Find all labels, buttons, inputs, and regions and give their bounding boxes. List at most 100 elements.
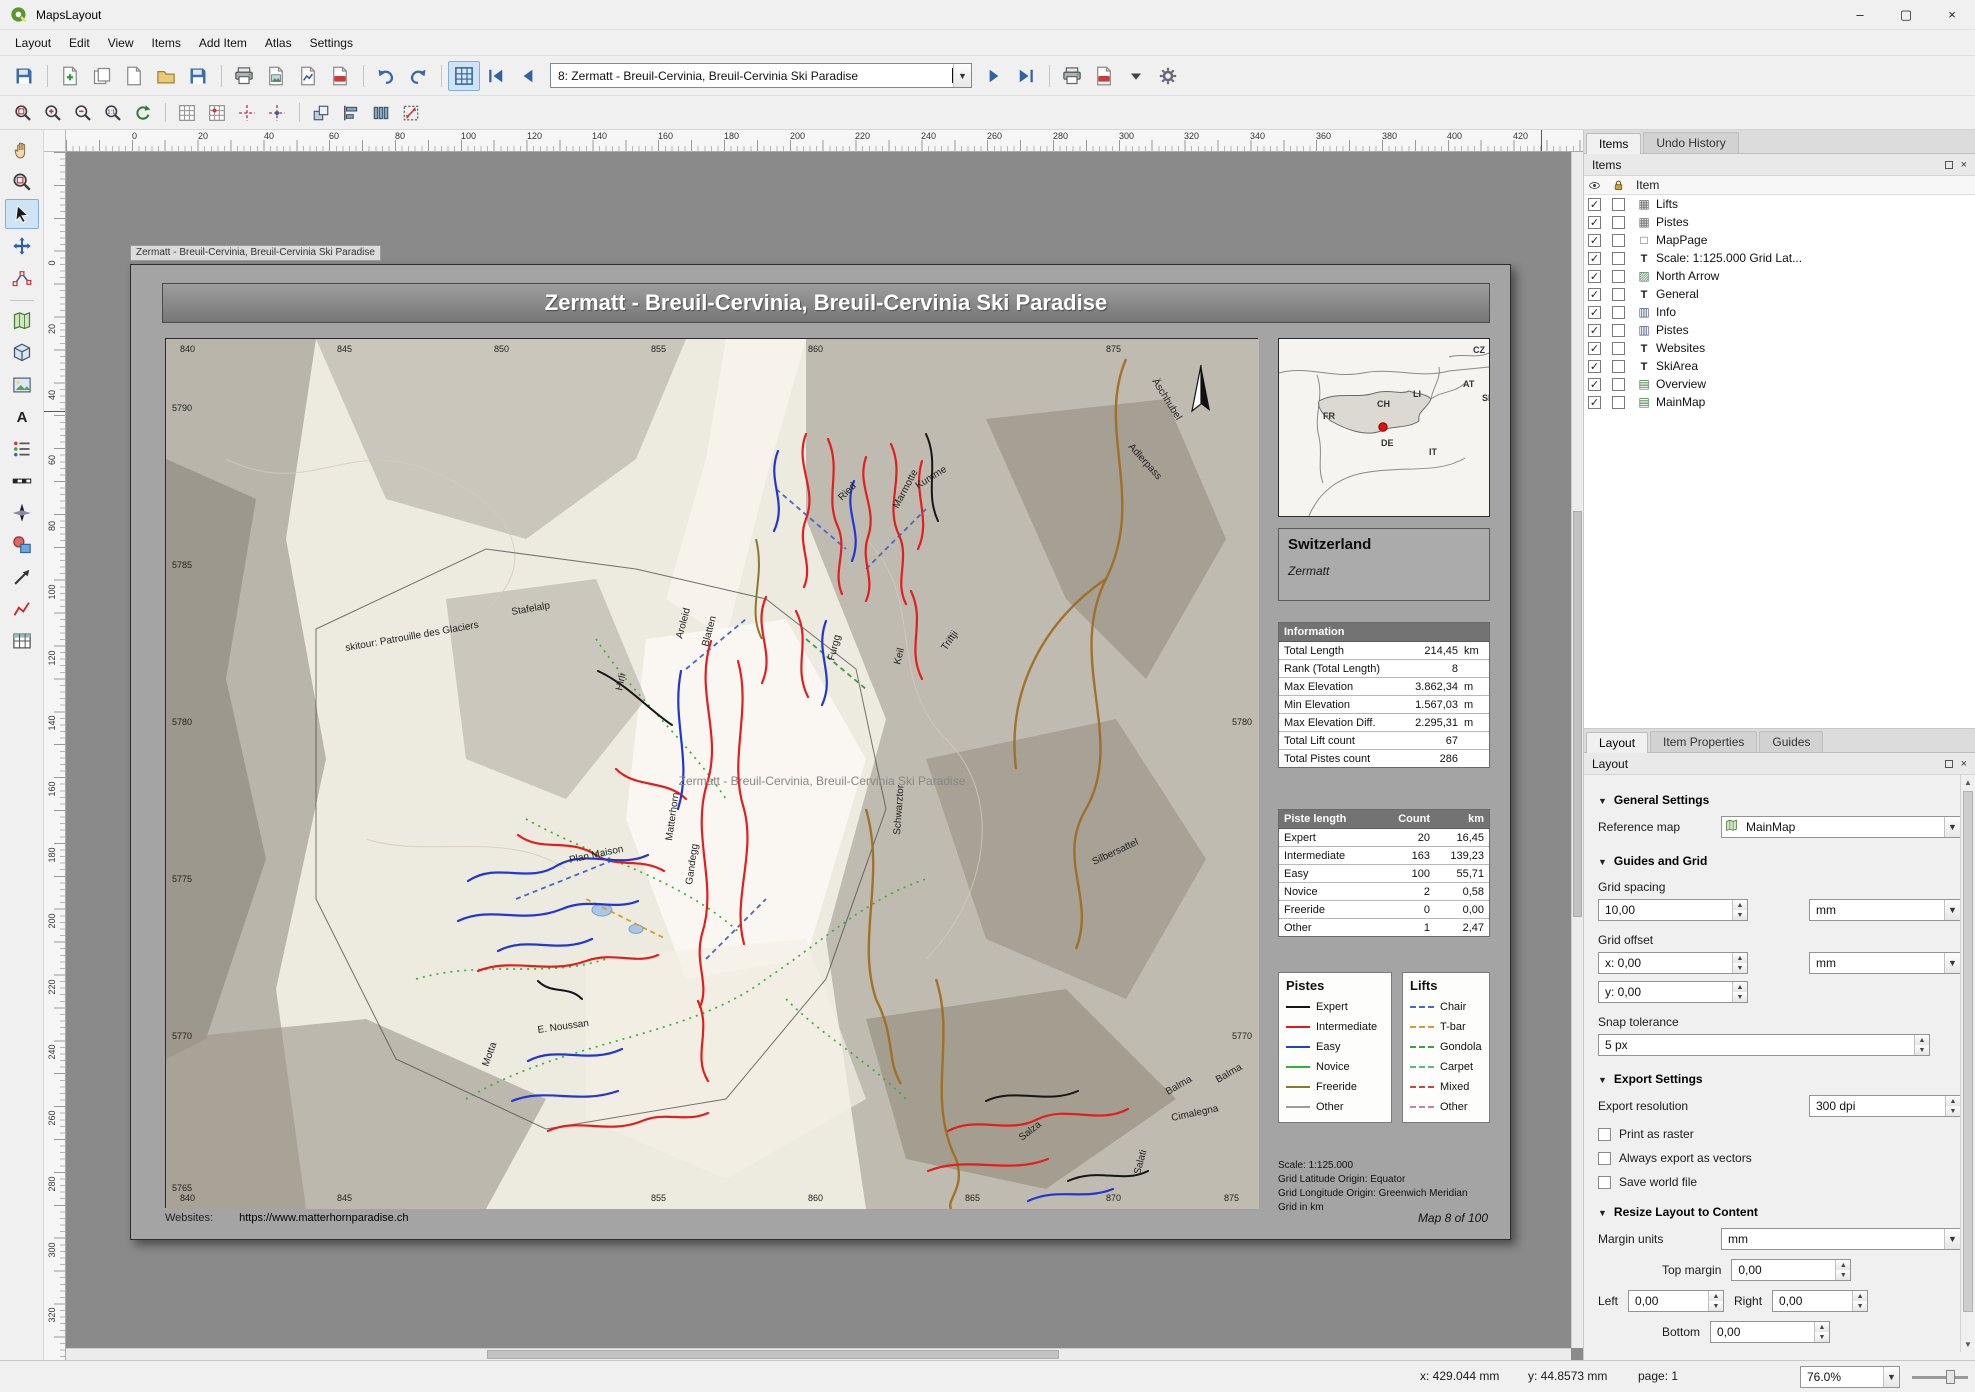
layer-item-row[interactable]: Pistes <box>1584 213 1975 231</box>
menu-item[interactable]: Atlas <box>256 32 301 54</box>
canvas-vertical-scrollbar[interactable] <box>1571 152 1583 1348</box>
lock-checkbox[interactable] <box>1612 288 1625 301</box>
export-resolution-spinbox[interactable]: 300 dpi ▲▼ <box>1809 1095 1961 1117</box>
chevron-down-icon[interactable]: ▼ <box>1944 817 1960 837</box>
grid-offset-unit-combo[interactable]: mm ▼ <box>1809 952 1961 974</box>
pistes-legend-item[interactable]: Pistes Expert Intermediate Ea <box>1278 972 1392 1123</box>
lock-checkbox[interactable] <box>1612 396 1625 409</box>
menu-item[interactable]: Edit <box>60 32 99 54</box>
save-as-template-button[interactable] <box>182 61 214 91</box>
lock-checkbox[interactable] <box>1612 198 1625 211</box>
slider-handle[interactable] <box>1946 1370 1955 1384</box>
preview-atlas-button[interactable] <box>448 61 480 91</box>
layer-item-row[interactable]: Info <box>1584 303 1975 321</box>
chevron-down-icon[interactable]: ▼ <box>1944 953 1960 973</box>
atlas-feature-combo[interactable]: 8: Zermatt - Breuil-Cervinia, Breuil-Cer… <box>550 63 972 88</box>
left-margin-spinbox[interactable]: 0,00 ▲▼ <box>1628 1290 1724 1312</box>
lock-checkbox[interactable] <box>1612 324 1625 337</box>
panel-tab[interactable]: Items <box>1586 133 1641 154</box>
minimize-button[interactable]: – <box>1837 0 1883 30</box>
layer-item-row[interactable]: North Arrow <box>1584 267 1975 285</box>
map-counter-item[interactable]: Map 8 of 100 <box>1418 1211 1488 1225</box>
snap-to-grid-button[interactable] <box>202 99 232 126</box>
add-attribute-table-tool[interactable] <box>5 626 39 656</box>
save-project-button[interactable] <box>8 61 40 91</box>
export-atlas-menu-button[interactable] <box>1120 61 1152 91</box>
visibility-checkbox[interactable] <box>1588 234 1601 247</box>
zoom-slider[interactable] <box>1912 1369 1968 1385</box>
spin-arrows[interactable]: ▲▼ <box>1835 1260 1850 1280</box>
reference-map-combo[interactable]: MainMap ▼ <box>1721 816 1961 838</box>
visibility-checkbox[interactable] <box>1588 396 1601 409</box>
spin-arrows[interactable]: ▲▼ <box>1814 1322 1829 1342</box>
bottom-margin-spinbox[interactable]: 0,00 ▲▼ <box>1710 1321 1830 1343</box>
last-feature-button[interactable] <box>1010 61 1042 91</box>
add-scalebar-tool[interactable] <box>5 466 39 496</box>
visibility-checkbox[interactable] <box>1588 360 1601 373</box>
zoom-full-button[interactable] <box>8 99 38 126</box>
distribute-items-button[interactable] <box>366 99 396 126</box>
export-as-image-button[interactable] <box>260 61 292 91</box>
lock-checkbox[interactable] <box>1612 306 1625 319</box>
next-feature-button[interactable] <box>978 61 1010 91</box>
show-grid-button[interactable] <box>172 99 202 126</box>
spin-arrows[interactable]: ▲▼ <box>1852 1291 1867 1311</box>
add-map-tool[interactable] <box>5 306 39 336</box>
redo-button[interactable] <box>402 61 434 91</box>
panel-tab[interactable]: Item Properties <box>1650 731 1757 752</box>
align-items-button[interactable] <box>336 99 366 126</box>
select-move-item-tool[interactable] <box>5 199 39 229</box>
lifts-legend-item[interactable]: Lifts Chair T-bar Gondola <box>1402 972 1490 1123</box>
visibility-checkbox[interactable] <box>1588 216 1601 229</box>
grid-offset-y-spinbox[interactable]: y: 0,00 ▲▼ <box>1598 981 1748 1003</box>
atlas-settings-button[interactable] <box>1152 61 1184 91</box>
layer-item-row[interactable]: Lifts <box>1584 195 1975 213</box>
scroll-down-arrow[interactable]: ▼ <box>1961 1337 1975 1352</box>
zoom-actual-button[interactable] <box>98 99 128 126</box>
spin-arrows[interactable]: ▲▼ <box>1708 1291 1723 1311</box>
visibility-checkbox[interactable] <box>1588 270 1601 283</box>
zoom-level-combo[interactable]: 76.0% ▼ <box>1800 1366 1900 1388</box>
main-map-item[interactable]: 8408458508558608758408458558608658708755… <box>165 338 1258 1208</box>
visibility-checkbox[interactable] <box>1588 288 1601 301</box>
menu-item[interactable]: Items <box>143 32 190 54</box>
canvas-horizontal-scrollbar[interactable] <box>66 1348 1571 1360</box>
spin-arrows[interactable]: ▲▼ <box>1732 900 1747 920</box>
add-arrow-tool[interactable] <box>5 562 39 592</box>
scrollbar-thumb[interactable] <box>1963 791 1973 1312</box>
spin-arrows[interactable]: ▲▼ <box>1945 1096 1960 1116</box>
layer-item-row[interactable]: Pistes <box>1584 321 1975 339</box>
zoom-tool[interactable] <box>5 167 39 197</box>
add-north-arrow-tool[interactable] <box>5 498 39 528</box>
layer-item-row[interactable]: MapPage <box>1584 231 1975 249</box>
vertical-ruler[interactable]: 0204060801001201401601802002202402602803… <box>44 152 66 1360</box>
section-general-settings[interactable]: ▼General Settings <box>1598 793 1961 807</box>
float-panel-icon[interactable] <box>1945 760 1953 768</box>
panel-tab[interactable]: Layout <box>1586 732 1648 753</box>
chevron-down-icon[interactable]: ▼ <box>953 64 971 87</box>
raise-items-button[interactable] <box>306 99 336 126</box>
close-button[interactable]: × <box>1929 0 1975 30</box>
layer-item-row[interactable]: MainMap <box>1584 393 1975 411</box>
menu-item[interactable]: Add Item <box>190 32 256 54</box>
menu-item[interactable]: Settings <box>301 32 362 54</box>
maximize-button[interactable]: ▢ <box>1883 0 1929 30</box>
close-panel-icon[interactable]: × <box>1961 760 1967 768</box>
duplicate-layout-button[interactable] <box>86 61 118 91</box>
chevron-down-icon[interactable]: ▼ <box>1944 1229 1960 1249</box>
piste-length-table-item[interactable]: Piste length Count km Expert 20 16,45 In… <box>1278 809 1490 937</box>
visibility-checkbox[interactable] <box>1588 306 1601 319</box>
visibility-checkbox[interactable] <box>1588 342 1601 355</box>
spin-arrows[interactable]: ▲▼ <box>1914 1035 1929 1055</box>
checkbox[interactable] <box>1598 1176 1611 1189</box>
first-feature-button[interactable] <box>480 61 512 91</box>
layer-item-row[interactable]: Websites <box>1584 339 1975 357</box>
visibility-checkbox[interactable] <box>1588 378 1601 391</box>
panel-scrollbar[interactable]: ▲ ▼ <box>1960 775 1975 1352</box>
float-panel-icon[interactable] <box>1945 161 1953 169</box>
visibility-checkbox[interactable] <box>1588 198 1601 211</box>
right-margin-spinbox[interactable]: 0,00 ▲▼ <box>1772 1290 1868 1312</box>
lock-checkbox[interactable] <box>1612 378 1625 391</box>
layout-page[interactable]: Zermatt - Breuil-Cervinia, Breuil-Cervin… <box>130 264 1511 1240</box>
grid-spacing-spinbox[interactable]: 10,00 ▲▼ <box>1598 899 1748 921</box>
